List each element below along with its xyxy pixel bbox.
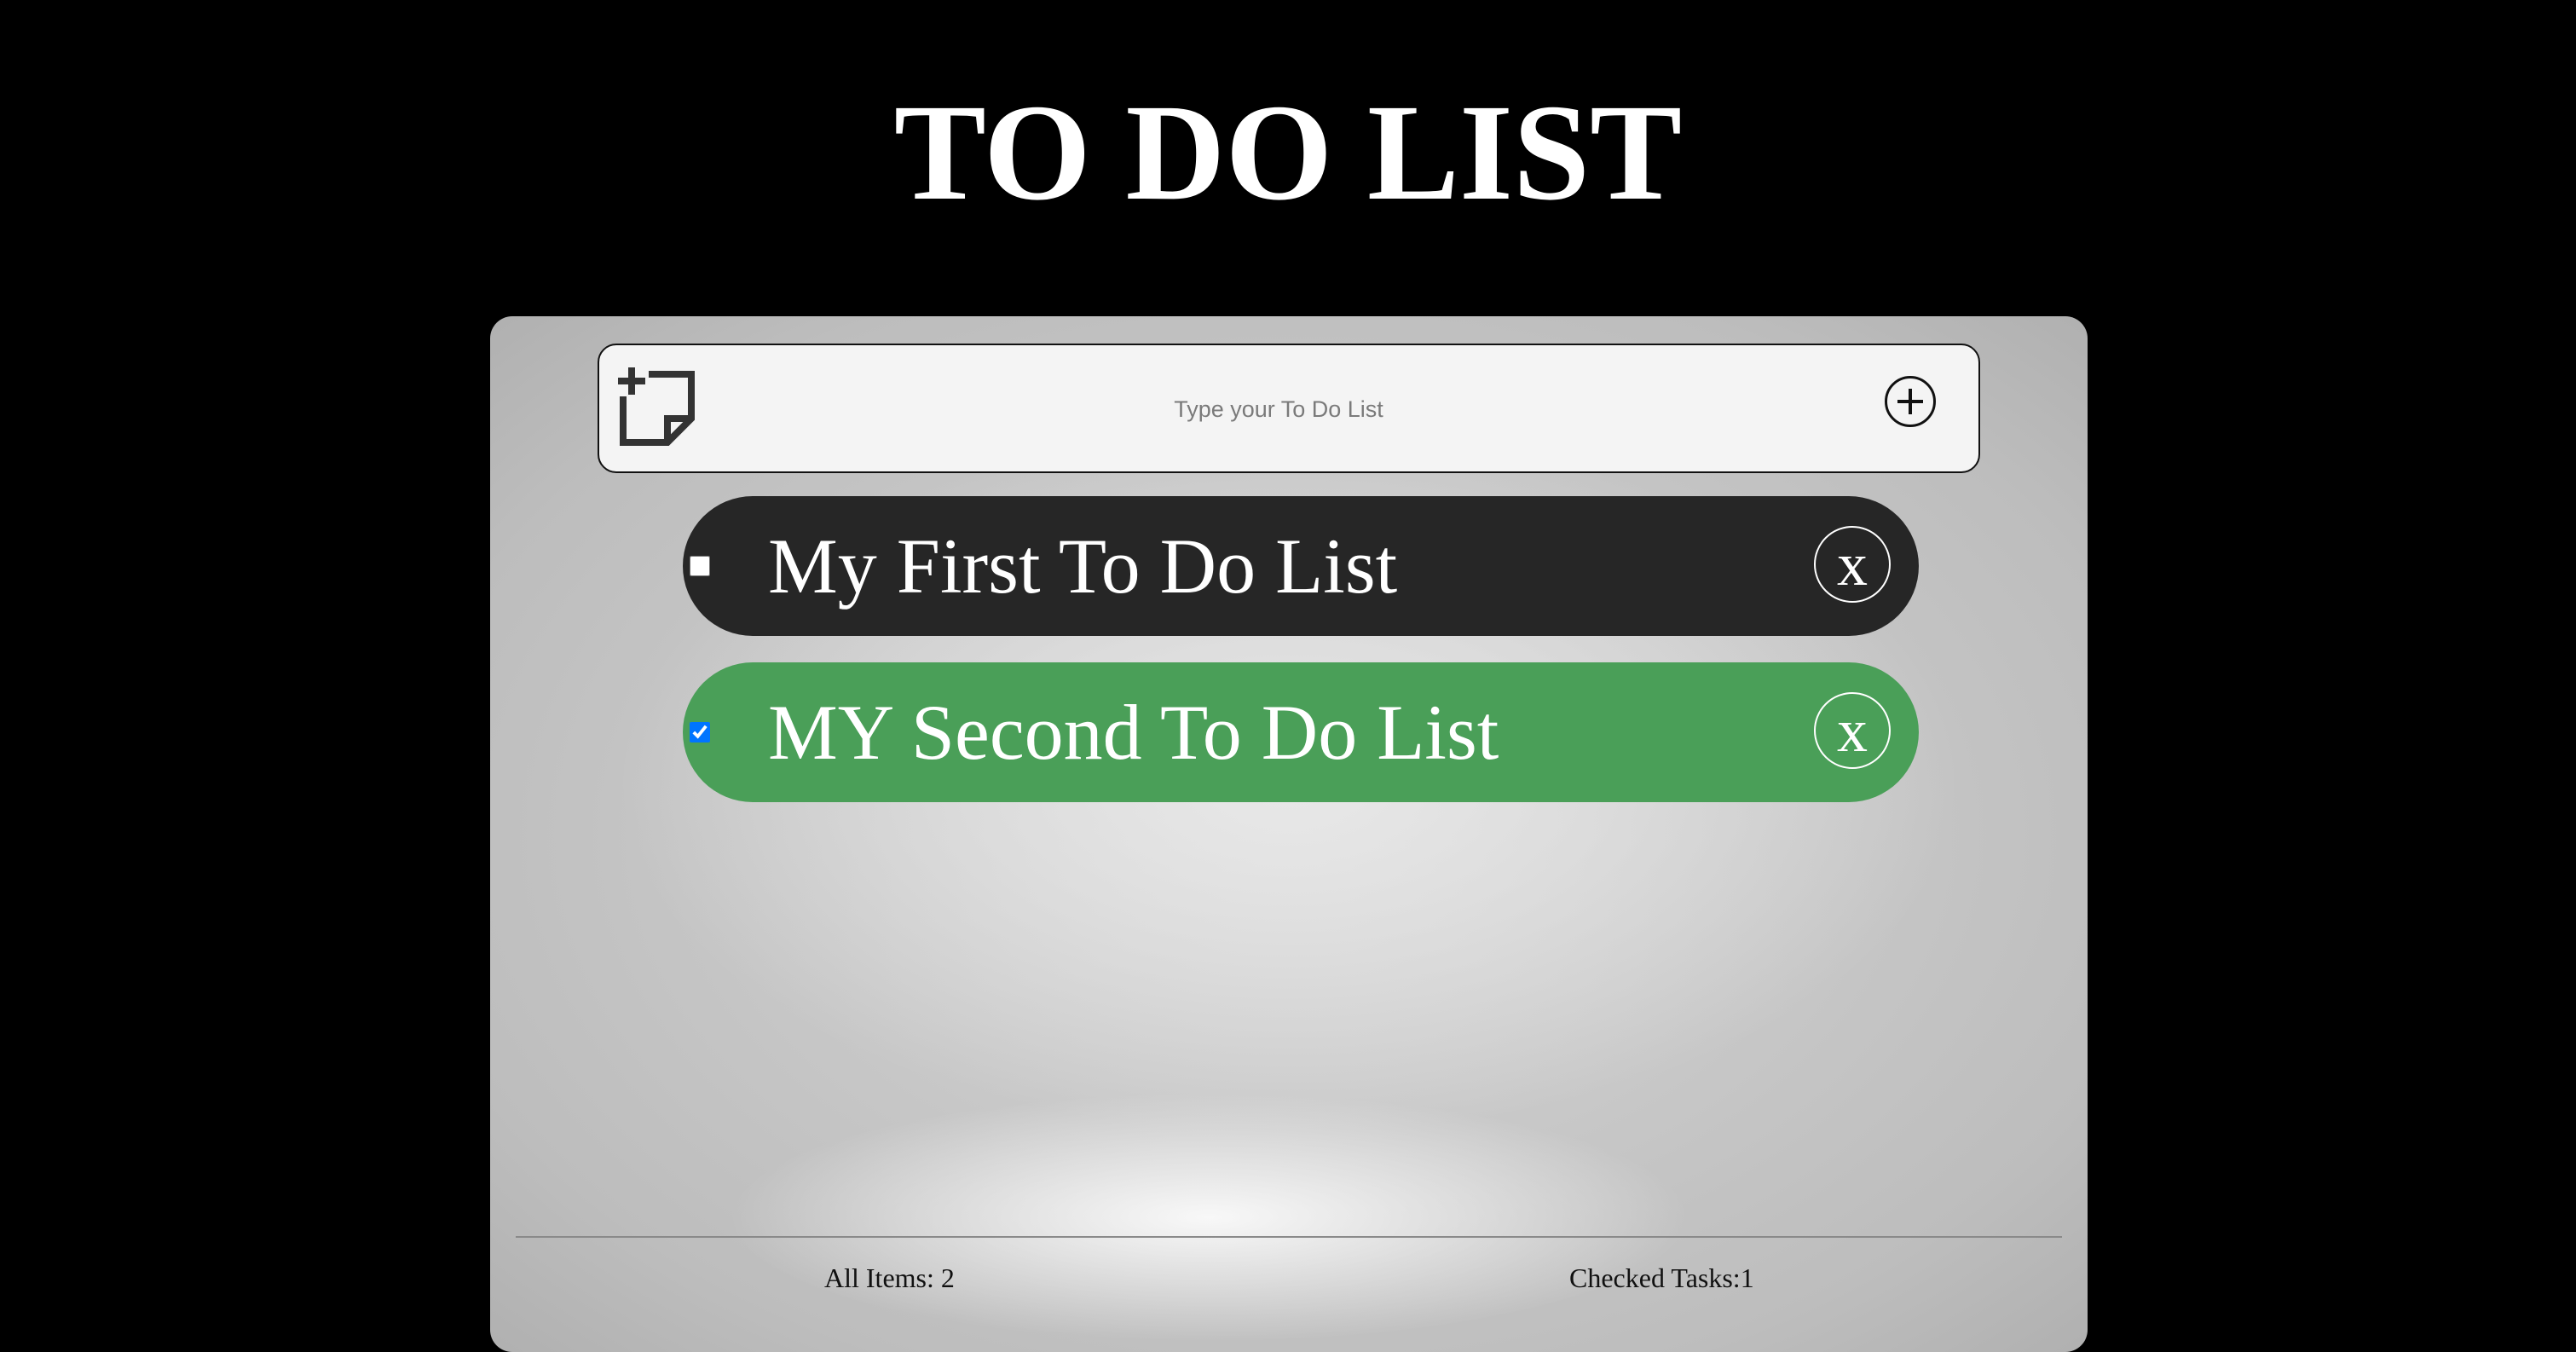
add-task-button[interactable] [1885,376,1936,427]
todo-item[interactable]: MY Second To Do List x [683,662,1919,802]
task-input[interactable] [710,379,1847,439]
todo-panel: My First To Do List x MY Second To Do Li… [490,316,2088,1352]
todo-label: My First To Do List [768,523,1398,610]
delete-button[interactable]: x [1814,526,1891,603]
task-input-bar [598,344,1980,473]
todo-item[interactable]: My First To Do List x [683,496,1919,636]
page-title: TO DO LIST [893,77,1683,229]
todo-label: MY Second To Do List [768,689,1499,776]
todo-checkbox[interactable] [690,722,710,742]
add-note-icon [618,367,695,446]
all-items-count: All Items: 2 [824,1262,955,1293]
checked-tasks-count: Checked Tasks:1 [1569,1262,1754,1293]
delete-button[interactable]: x [1814,692,1891,769]
footer-divider [516,1236,2062,1238]
todo-checkbox[interactable] [690,556,710,576]
